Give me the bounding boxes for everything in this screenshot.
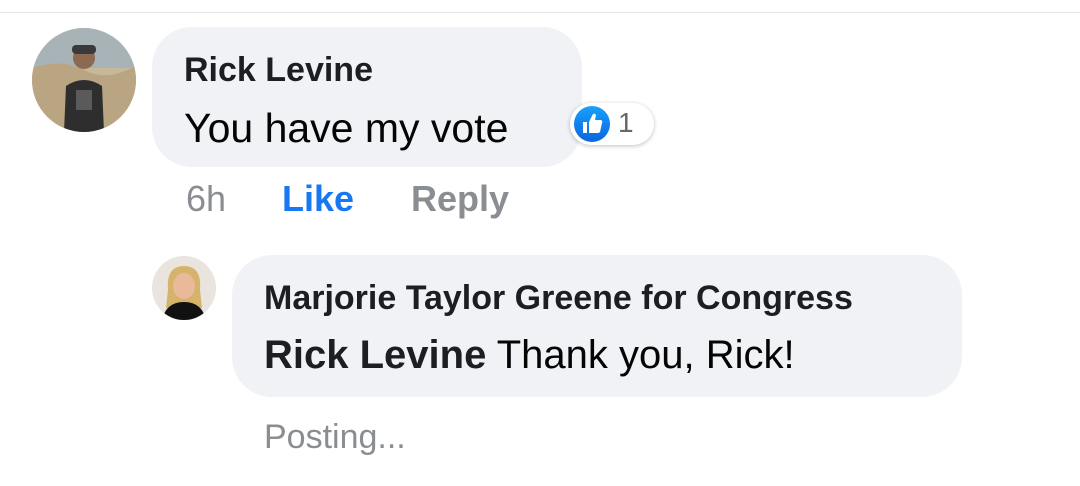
reply-button[interactable]: Reply	[411, 178, 509, 220]
reaction-summary[interactable]: 1	[570, 103, 654, 145]
avatar-photo-mtg	[152, 256, 216, 320]
avatar[interactable]	[32, 28, 136, 132]
comment-actions: 6h Like Reply	[0, 178, 700, 222]
reply-author[interactable]: Marjorie Taylor Greene for Congress	[264, 279, 853, 318]
reaction-count: 1	[618, 107, 634, 138]
top-divider	[0, 0, 1080, 13]
comment-text: You have my vote	[184, 105, 509, 151]
comment-timestamp[interactable]: 6h	[186, 178, 226, 220]
avatar-photo-rick	[32, 28, 136, 132]
comment-bubble[interactable]: Rick Levine You have my vote	[152, 27, 582, 167]
comment-author[interactable]: Rick Levine	[184, 51, 373, 90]
like-button[interactable]: Like	[282, 178, 354, 220]
reply-text-line: Rick Levine Thank you, Rick!	[264, 333, 795, 378]
like-thumbs-up-icon	[574, 106, 610, 142]
posting-status: Posting...	[264, 418, 406, 456]
avatar[interactable]	[152, 256, 216, 320]
reply-text: Thank you, Rick!	[486, 333, 795, 377]
reply-bubble[interactable]: Marjorie Taylor Greene for Congress Rick…	[232, 255, 962, 397]
reply-mention[interactable]: Rick Levine	[264, 333, 486, 377]
